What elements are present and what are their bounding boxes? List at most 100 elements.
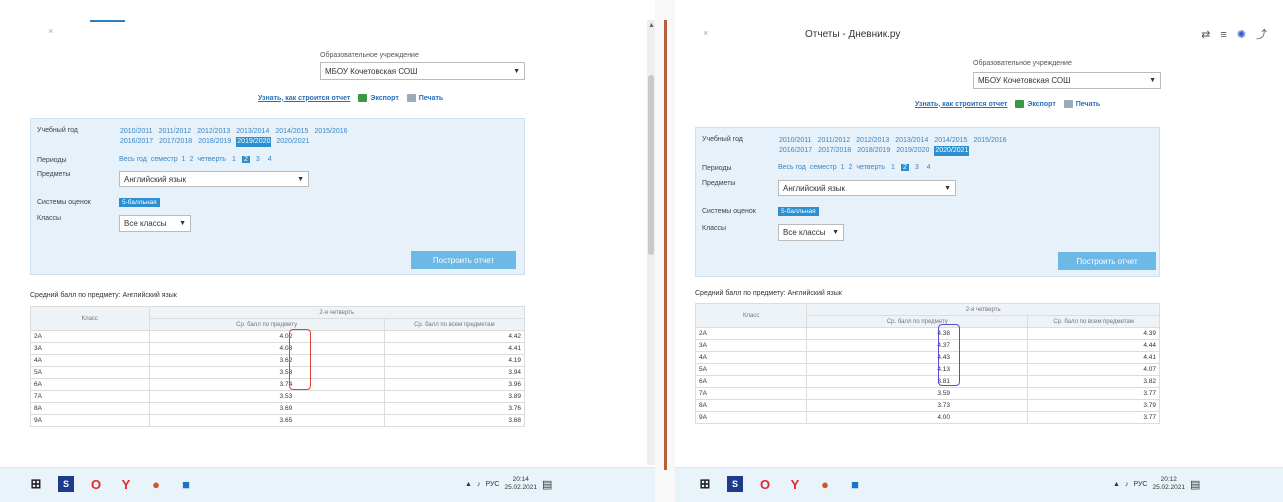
year-link[interactable]: 2018/2019 <box>197 137 232 147</box>
subject-avg-cell: 4.13 <box>806 363 1029 376</box>
start-icon[interactable]: ⊞ <box>28 476 44 492</box>
scrollbar-thumb[interactable] <box>648 75 654 255</box>
mail-icon[interactable]: ■ <box>178 476 194 492</box>
year-link[interactable]: 2019/2020 <box>895 146 930 156</box>
table-row: 3А 4.03 4.41 <box>30 342 526 355</box>
subject-select[interactable]: Английский язык ▼ <box>119 171 309 187</box>
year-link[interactable]: 2017/2018 <box>158 137 193 147</box>
all-avg-cell: 4.19 <box>383 354 526 367</box>
year-link[interactable]: 2016/2017 <box>778 146 813 156</box>
translate-icon[interactable]: ⇄ <box>1201 29 1220 41</box>
notification-icon[interactable]: ▤ <box>542 478 552 491</box>
subject-avg-cell: 4.02 <box>148 330 385 343</box>
subject-select[interactable]: Английский язык ▼ <box>778 180 956 196</box>
how-report-link[interactable]: Узнать, как строится отчет <box>258 95 350 102</box>
semester-link[interactable]: 2 <box>849 164 853 171</box>
year-link[interactable]: 2013/2014 <box>235 127 270 137</box>
year-link[interactable]: 2020/2021 <box>934 146 970 156</box>
year-link[interactable]: 2014/2015 <box>933 136 968 146</box>
year-link[interactable]: 2015/2016 <box>313 127 348 137</box>
quarter-link[interactable]: 1 <box>889 164 897 171</box>
clock[interactable]: 20:14 25.02.2021 <box>504 476 537 492</box>
opera-icon[interactable]: O <box>88 476 104 492</box>
all-avg-cell: 3.79 <box>1027 399 1160 412</box>
build-report-button[interactable]: Построить отчет <box>411 251 516 269</box>
grading-badge[interactable]: 5-балльная <box>778 207 819 216</box>
year-link[interactable]: 2017/2018 <box>817 146 852 156</box>
quarter-link[interactable]: 3 <box>913 164 921 171</box>
network-icon[interactable]: ▲ <box>1113 481 1120 488</box>
close-icon[interactable]: × <box>48 26 53 36</box>
export-link[interactable]: Экспорт <box>358 94 399 102</box>
org-select[interactable]: МБОУ Кочетовская СОШ ▼ <box>320 62 525 80</box>
quarter-link[interactable]: 4 <box>925 164 933 171</box>
menu-icon[interactable]: ≡ <box>1220 29 1236 41</box>
yandex-icon[interactable]: Y <box>118 476 134 492</box>
scrollbar[interactable]: ▲ <box>647 20 655 465</box>
network-icon[interactable]: ▲ <box>465 481 472 488</box>
print-link[interactable]: Печать <box>406 94 443 102</box>
grading-label: Системы оценок <box>37 199 91 206</box>
notification-icon[interactable]: ▤ <box>1190 478 1200 491</box>
scroll-up-icon[interactable]: ▲ <box>648 22 655 29</box>
app-icon[interactable]: ● <box>817 476 833 492</box>
opera-icon[interactable]: O <box>757 476 773 492</box>
quarter-link[interactable]: 2 <box>241 156 250 163</box>
org-select[interactable]: МБОУ Кочетовская СОШ ▼ <box>973 72 1161 89</box>
how-report-link[interactable]: Узнать, как строится отчет <box>915 101 1007 108</box>
quarter-link[interactable]: 3 <box>254 156 262 163</box>
lang-indicator[interactable]: РУС <box>1133 481 1147 488</box>
system-tray: ▲ ♪ РУС 20:14 25.02.2021 ▤ <box>465 476 552 492</box>
year-link[interactable]: 2012/2013 <box>855 136 890 146</box>
semester-link[interactable]: 1 <box>182 156 186 163</box>
start-icon[interactable]: ⊞ <box>697 476 713 492</box>
extension-icon[interactable]: ✺ <box>1237 29 1256 41</box>
skype-icon[interactable]: S <box>727 476 743 492</box>
table-header-row: Класс 2-я четверть <box>30 306 526 331</box>
year-link[interactable]: 2020/2021 <box>275 137 310 147</box>
year-link[interactable]: 2012/2013 <box>196 127 231 137</box>
quarter-link[interactable]: 4 <box>266 156 274 163</box>
year-link[interactable]: 2013/2014 <box>894 136 929 146</box>
volume-icon[interactable]: ♪ <box>1125 481 1129 488</box>
export-link[interactable]: Экспорт <box>1015 100 1056 108</box>
year-link[interactable]: 2015/2016 <box>972 136 1007 146</box>
mail-icon[interactable]: ■ <box>847 476 863 492</box>
share-icon[interactable]: ⤴ <box>1256 29 1277 41</box>
app-icon[interactable]: ● <box>148 476 164 492</box>
all-avg-cell: 3.77 <box>1027 411 1160 424</box>
clock[interactable]: 20:12 25.02.2021 <box>1152 476 1185 492</box>
period-quarter-label: четверть <box>856 164 886 171</box>
quarter-link[interactable]: 2 <box>900 164 909 171</box>
period-semester-label: семестр <box>809 164 837 171</box>
classes-select[interactable]: Все классы ▼ <box>119 215 191 232</box>
lang-indicator[interactable]: РУС <box>485 481 499 488</box>
subjects-label: Предметы <box>702 180 736 187</box>
year-link[interactable]: 2019/2020 <box>236 137 272 147</box>
grading-badge[interactable]: 5-балльная <box>119 198 160 207</box>
class-cell: 7А <box>694 387 808 400</box>
period-all-link[interactable]: Весь год <box>119 156 147 163</box>
year-link[interactable]: 2010/2011 <box>778 136 813 146</box>
table-row: 3А 4.37 4.44 <box>694 339 1160 352</box>
year-link[interactable]: 2016/2017 <box>119 137 154 147</box>
period-all-link[interactable]: Весь год <box>778 164 806 171</box>
year-link[interactable]: 2010/2011 <box>119 127 154 137</box>
classes-select[interactable]: Все классы ▼ <box>778 224 844 241</box>
year-link[interactable]: 2018/2019 <box>856 146 891 156</box>
semester-link[interactable]: 1 <box>841 164 845 171</box>
build-report-button[interactable]: Построить отчет <box>1058 252 1156 270</box>
table-row: 9А 4.00 3.77 <box>694 411 1160 424</box>
org-label: Образовательное учреждение <box>973 60 1072 67</box>
quarter-link[interactable]: 1 <box>230 156 238 163</box>
semester-link[interactable]: 2 <box>190 156 194 163</box>
year-link[interactable]: 2011/2012 <box>817 136 852 146</box>
skype-icon[interactable]: S <box>58 476 74 492</box>
browser-toolbar-icons: ⇄≡✺⤴ <box>1201 26 1277 42</box>
volume-icon[interactable]: ♪ <box>477 481 481 488</box>
print-link[interactable]: Печать <box>1063 100 1100 108</box>
year-link[interactable]: 2011/2012 <box>158 127 193 137</box>
year-link[interactable]: 2014/2015 <box>274 127 309 137</box>
close-icon[interactable]: × <box>703 28 708 38</box>
yandex-icon[interactable]: Y <box>787 476 803 492</box>
